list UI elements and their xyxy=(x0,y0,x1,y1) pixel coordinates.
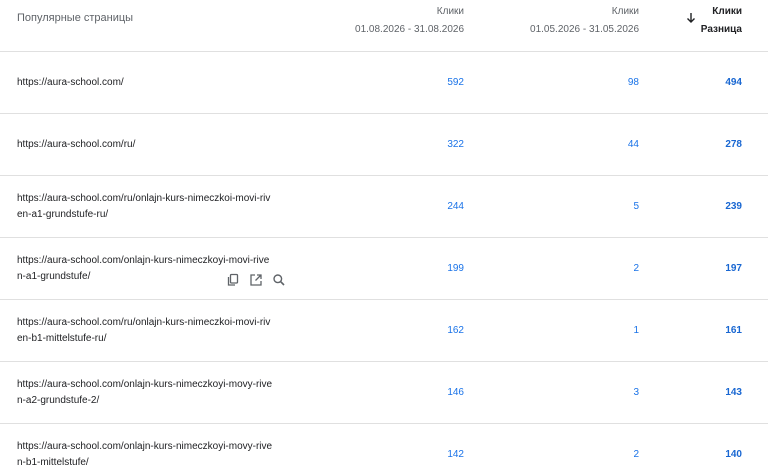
column-header-range: 01.08.2026 - 31.08.2026 xyxy=(355,24,464,35)
copy-icon[interactable] xyxy=(226,273,240,287)
url-line: https://aura-school.com/onlajn-kurs-nime… xyxy=(17,440,273,452)
clicks-previous: 2 xyxy=(633,449,639,460)
table-row[interactable]: https://aura-school.com/onlajn-kurs-nime… xyxy=(0,424,768,467)
clicks-current: 146 xyxy=(447,387,464,398)
open-in-new-icon[interactable] xyxy=(249,273,263,287)
clicks-previous: 5 xyxy=(633,201,639,212)
column-header-sub: Разница xyxy=(700,24,742,35)
table-row[interactable]: https://aura-school.com/onlajn-kurs-nime… xyxy=(0,238,768,300)
clicks-current: 244 xyxy=(447,201,464,212)
url-line: n-b1-mittelstufe/ xyxy=(17,456,89,467)
clicks-current: 142 xyxy=(447,449,464,460)
column-header-label: Клики xyxy=(611,6,639,17)
clicks-previous: 1 xyxy=(633,325,639,336)
page-url[interactable]: https://aura-school.com/ru/onlajn-kurs-n… xyxy=(17,176,307,237)
url-line: https://aura-school.com/ru/ xyxy=(17,138,136,150)
column-header-pages[interactable]: Популярные страницы xyxy=(17,12,133,24)
url-line: https://aura-school.com/ xyxy=(17,76,124,88)
clicks-previous: 3 xyxy=(633,387,639,398)
clicks-current: 592 xyxy=(447,77,464,88)
page-url[interactable]: https://aura-school.com/ru/onlajn-kurs-n… xyxy=(17,300,307,361)
url-line: https://aura-school.com/ru/onlajn-kurs-n… xyxy=(17,316,271,328)
url-line: en-b1-mittelstufe-ru/ xyxy=(17,332,107,344)
url-line: https://aura-school.com/ru/onlajn-kurs-n… xyxy=(17,192,271,204)
column-header-label: Клики xyxy=(712,6,742,17)
arrow-down-icon[interactable] xyxy=(686,12,696,24)
clicks-diff: 143 xyxy=(725,387,742,398)
url-line: https://aura-school.com/onlajn-kurs-nime… xyxy=(17,254,270,266)
table-header: Популярные страницы Клики 01.08.2026 - 3… xyxy=(0,0,768,52)
clicks-current: 199 xyxy=(447,263,464,274)
page-url[interactable]: https://aura-school.com/ xyxy=(17,52,307,113)
column-header-label: Клики xyxy=(436,6,464,17)
clicks-diff: 239 xyxy=(725,201,742,212)
clicks-diff: 278 xyxy=(725,139,742,150)
row-actions xyxy=(226,273,286,287)
clicks-diff: 161 xyxy=(725,325,742,336)
clicks-previous: 98 xyxy=(627,77,639,88)
url-line: en-a1-grundstufe-ru/ xyxy=(17,208,109,220)
top-pages-table: Популярные страницы Клики 01.08.2026 - 3… xyxy=(0,0,768,467)
column-header-clicks-diff[interactable]: Клики Разница xyxy=(701,5,742,37)
clicks-diff: 140 xyxy=(725,449,742,460)
page-url[interactable]: https://aura-school.com/onlajn-kurs-nime… xyxy=(17,424,307,467)
clicks-previous: 2 xyxy=(633,263,639,274)
clicks-diff: 197 xyxy=(725,263,742,274)
search-icon[interactable] xyxy=(272,273,286,287)
url-line: https://aura-school.com/onlajn-kurs-nime… xyxy=(17,378,273,390)
clicks-previous: 44 xyxy=(627,139,639,150)
clicks-current: 322 xyxy=(447,139,464,150)
clicks-diff: 494 xyxy=(725,77,742,88)
url-line: n-a2-grundstufe-2/ xyxy=(17,394,100,406)
table-row[interactable]: https://aura-school.com/ru/onlajn-kurs-n… xyxy=(0,300,768,362)
clicks-current: 162 xyxy=(447,325,464,336)
page-url[interactable]: https://aura-school.com/ru/ xyxy=(17,114,307,175)
page-url[interactable]: https://aura-school.com/onlajn-kurs-nime… xyxy=(17,362,307,423)
table-row[interactable]: https://aura-school.com/ 592 98 494 xyxy=(0,52,768,114)
page-url[interactable]: https://aura-school.com/onlajn-kurs-nime… xyxy=(17,238,307,299)
table-row[interactable]: https://aura-school.com/ru/onlajn-kurs-n… xyxy=(0,176,768,238)
column-header-clicks-previous[interactable]: Клики 01.05.2026 - 31.05.2026 xyxy=(530,5,639,37)
table-row[interactable]: https://aura-school.com/ru/ 322 44 278 xyxy=(0,114,768,176)
column-header-clicks-current[interactable]: Клики 01.08.2026 - 31.08.2026 xyxy=(355,5,464,37)
table-row[interactable]: https://aura-school.com/onlajn-kurs-nime… xyxy=(0,362,768,424)
column-header-range: 01.05.2026 - 31.05.2026 xyxy=(530,24,639,35)
